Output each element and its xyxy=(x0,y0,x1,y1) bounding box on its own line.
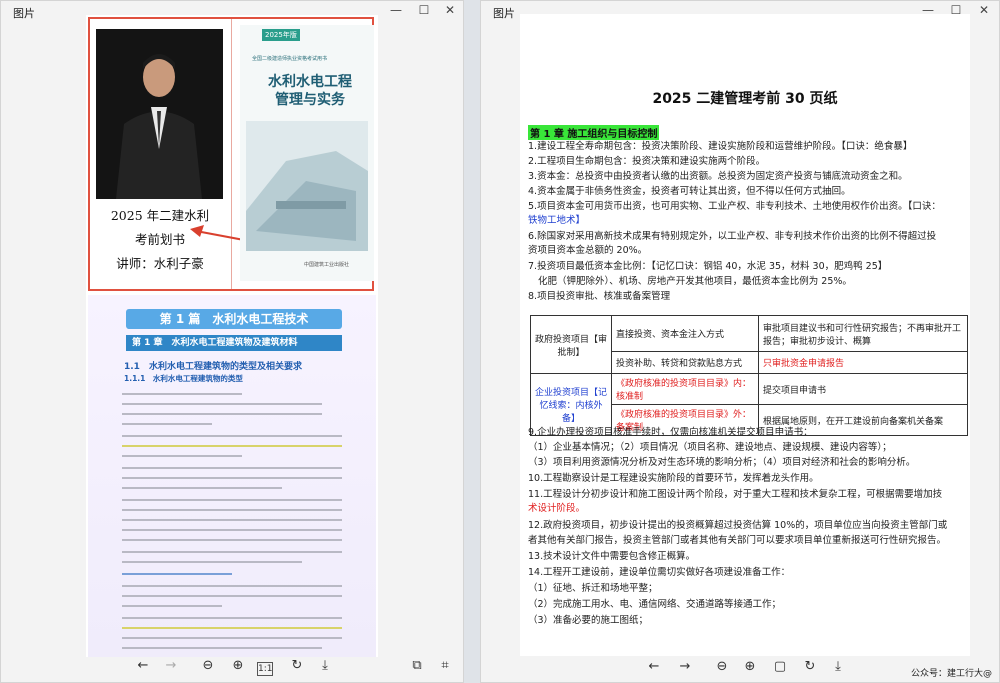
approval-table: 政府投资项目【审批制】 直接投资、资本金注入方式 审批项目建议书和可行性研究报告… xyxy=(530,315,968,436)
next-button[interactable]: → xyxy=(675,659,695,674)
doc-line: （1）企业基本情况；（2）项目情况（项目名称、建设地点、建设规模、建设内容等）； xyxy=(528,442,892,453)
cover-title-line2: 管理与实务 xyxy=(275,92,345,108)
cover-dam-image xyxy=(246,121,368,251)
fit-button[interactable]: ▢ xyxy=(770,659,790,674)
desktop-gap xyxy=(464,0,480,683)
doc-line: 2.工程项目生命期包含：投资决策和建设实施两个阶段。 xyxy=(528,156,766,167)
zoom-out-button[interactable]: ⊖ xyxy=(712,659,732,674)
doc-line: 8.项目投资审批、核准或备案管理 xyxy=(528,291,671,302)
minimize-button[interactable]: — xyxy=(385,3,407,17)
document-title: 2025 二建管理考前 30 页纸 xyxy=(652,91,838,107)
table-cell: 审批项目建议书和可行性研究报告；不再审批开工报告；审批初步设计、概算 xyxy=(758,315,968,352)
table-cell: 提交项目申请书 xyxy=(758,373,968,405)
doc-line: （3）准备必要的施工图纸； xyxy=(528,615,649,626)
doc-line: （3）项目利用资源情况分析及对生态环境的影响分析；（4）项目对经济和社会的影响分… xyxy=(528,457,916,468)
teacher-photo xyxy=(96,29,223,199)
doc-line: 资项目资本金总额的 20%。 xyxy=(528,245,648,256)
doc-line: 术设计阶段。 xyxy=(528,503,586,514)
cover-title: 水利水电工程 管理与实务 xyxy=(250,73,370,109)
doc-line: 13.技术设计文件中需要包含修正概算。 xyxy=(528,551,696,562)
doc-line: 化肥（钾肥除外）、机场、房地产开发其他项目，最低资本金比例为 25%。 xyxy=(538,276,852,287)
left-image-viewer-window: 图片 — ☐ ✕ 2025 年二建水利 考前划书 讲师：水利子豪 2025年版 … xyxy=(0,0,464,683)
table-cell: 投资补助、转贷和贷款贴息方式 xyxy=(611,351,759,374)
doc-line: 4.资本金属于非债务性资金，投资者可转让其出资，但不得以任何方式抽回。 xyxy=(528,186,851,197)
rotate-button[interactable]: ↻ xyxy=(287,658,307,673)
left-toolbar: ← → ⊖ ⊕ 1:1 ↻ ⤓ ⧉ ⌗ xyxy=(1,658,465,682)
prev-button[interactable]: ← xyxy=(133,658,153,673)
table-cell: 只审批资金申请报告 xyxy=(758,351,968,374)
doc-line: 3.资本金：总投资中由投资者认缴的出资额。总投资为固定资产投资与铺底流动资金之和… xyxy=(528,171,908,182)
cover-publisher: 中国建筑工业出版社 xyxy=(304,262,350,268)
watermark: 公众号：建工行大@ xyxy=(910,669,992,679)
doc-line: 10.工程勘察设计是工程建设实施阶段的首要环节，发挥着龙头作用。 xyxy=(528,473,819,484)
actual-size-button[interactable]: 1:1 xyxy=(257,662,273,676)
section-heading: 1.1 水利水电工程建筑物的类型及相关要求 xyxy=(124,362,302,372)
chapter-heading: 第 1 章 水利水电工程建筑物及建筑材料 xyxy=(126,335,342,351)
doc-line: 1.建设工程全寿命期包含：投资决策阶段、建设实施阶段和运营维护阶段。【口诀：绝食… xyxy=(528,141,913,152)
table-cell: 直接投资、资本金注入方式 xyxy=(611,315,759,352)
part-heading: 第 1 篇 水利水电工程技术 xyxy=(126,309,342,329)
close-button[interactable]: ✕ xyxy=(439,3,461,17)
right-document-page: 2025 二建管理考前 30 页纸 第 1 章 施工组织与目标控制 1.建设工程… xyxy=(520,14,970,656)
right-window-title: 图片 xyxy=(493,7,515,20)
doc-line: 6.除国家对采用高新技术成果有特别规定外，以工业产权、非专利技术作价出资的比例不… xyxy=(528,231,937,242)
doc-line: 12.政府投资项目，初步设计提出的投资概算超过投资估算 10%的，项目单位应当向… xyxy=(528,520,948,531)
next-button[interactable]: → xyxy=(161,658,181,673)
right-toolbar: ← → ⊖ ⊕ ▢ ↻ ⤓ 公众号：建工行大@ xyxy=(480,659,1000,683)
left-image-content: 2025 年二建水利 考前划书 讲师：水利子豪 2025年版 全国二级建造师执业… xyxy=(86,15,378,657)
doc-line: （1）征地、拆迁和场地平整； xyxy=(528,583,658,594)
book-cover: 2025年版 全国二级建造师执业资格考试用书 水利水电工程 管理与实务 中国建筑… xyxy=(240,25,374,281)
left-window-title: 图片 xyxy=(13,7,35,20)
doc-line: 14.工程开工建设前，建设单位需切实做好各项建设准备工作： xyxy=(528,567,791,578)
book-page: 第 1 篇 水利水电工程技术 第 1 章 水利水电工程建筑物及建筑材料 1.1 … xyxy=(88,295,376,657)
maximize-button[interactable]: ☐ xyxy=(413,3,435,17)
chapter-title: 第 1 章 施工组织与目标控制 xyxy=(528,125,660,140)
share-button[interactable]: ⧉ xyxy=(407,658,427,673)
doc-line: 者其他有关部门报告，投资主管部门或者其他有关部门可以要求项目单位重新报送可行性研… xyxy=(528,535,947,546)
download-button[interactable]: ⤓ xyxy=(315,658,335,673)
doc-line: （2）完成施工用水、电、通信网络、交通道路等接通工作； xyxy=(528,599,782,610)
table-cell: 《政府核准的投资项目目录》内：核准制 xyxy=(611,373,759,405)
promo-panel: 2025 年二建水利 考前划书 讲师：水利子豪 2025年版 全国二级建造师执业… xyxy=(88,17,374,291)
rotate-button[interactable]: ↻ xyxy=(800,659,820,674)
cover-badge: 2025年版 xyxy=(262,29,300,41)
doc-line: 铁物工地术】 xyxy=(528,215,586,226)
zoom-in-button[interactable]: ⊕ xyxy=(228,658,248,673)
cover-series: 全国二级建造师执业资格考试用书 xyxy=(252,56,328,62)
doc-line: 11.工程设计分初步设计和施工图设计两个阶段，对于重大工程和技术复杂工程，可根据… xyxy=(528,489,943,500)
close-button[interactable]: ✕ xyxy=(973,3,995,17)
prev-button[interactable]: ← xyxy=(644,659,664,674)
zoom-in-button[interactable]: ⊕ xyxy=(740,659,760,674)
scan-button[interactable]: ⌗ xyxy=(435,658,455,673)
doc-line: 5.项目资本金可用货币出资，也可用实物、工业产权、非专利技术、土地使用权作价出资… xyxy=(528,201,941,212)
doc-line: 7.投资项目最低资本金比例：【记忆口诀：钢铝 40，水泥 35，材料 30，肥鸡… xyxy=(528,261,888,272)
table-cell: 政府投资项目【审批制】 xyxy=(530,315,612,374)
doc-line: 9.企业办理投资项目核准手续时，仅需向核准机关提交项目申请书： xyxy=(528,427,813,438)
cover-title-line1: 水利水电工程 xyxy=(268,74,352,90)
download-button[interactable]: ⤓ xyxy=(828,659,848,674)
subsection-heading: 1.1.1 水利水电工程建筑物的类型 xyxy=(124,374,243,383)
zoom-out-button[interactable]: ⊖ xyxy=(198,658,218,673)
